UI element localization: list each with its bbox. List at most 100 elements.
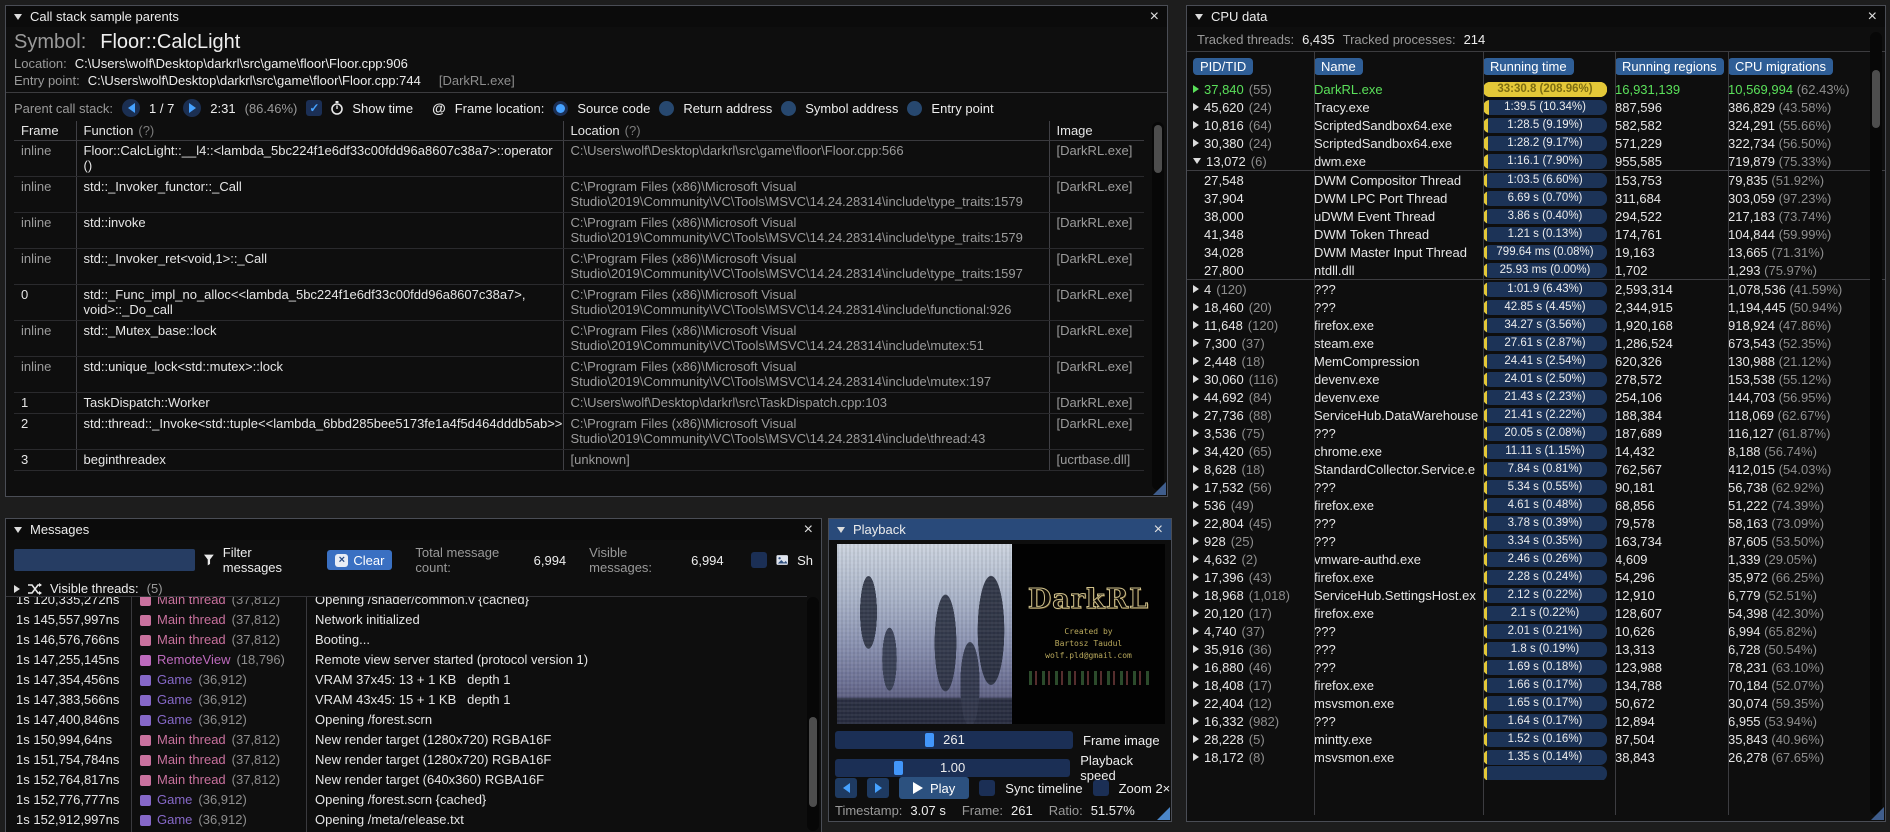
expand-arrow-icon[interactable] bbox=[1193, 411, 1199, 419]
cpu-row[interactable]: 45,620 (24) Tracy.exe 1:39.5 (10.34%) 887,59… bbox=[1187, 98, 1885, 116]
expand-arrow-icon[interactable] bbox=[1193, 681, 1199, 689]
messages-scrollbar[interactable] bbox=[807, 597, 819, 831]
callstack-row[interactable]: 2 std::thread::_Invoke<std::tuple<<lambda… bbox=[14, 413, 1144, 450]
cpu-scrollbar[interactable] bbox=[1870, 32, 1882, 815]
prev-stack-button[interactable] bbox=[122, 99, 140, 117]
step-forward-button[interactable] bbox=[867, 778, 889, 798]
expand-arrow-icon[interactable] bbox=[14, 584, 20, 593]
message-row[interactable]: 1s 152,776,777ns Game (36,912) Opening /for… bbox=[6, 790, 807, 810]
expand-arrow-icon[interactable] bbox=[1193, 555, 1199, 563]
cpu-row[interactable]: 7,300 (37) steam.exe 27.61 s (2.87%) 1,286,5… bbox=[1187, 334, 1885, 352]
cpu-row[interactable]: 28,228 (5) mintty.exe 1.52 s (0.16%) 87,504 3… bbox=[1187, 730, 1885, 748]
resize-grip[interactable] bbox=[1157, 807, 1170, 820]
cpu-row[interactable]: 3,536 (75)??? 20.05 s (2.08%) 187,689 116,12… bbox=[1187, 424, 1885, 442]
expand-arrow-icon[interactable] bbox=[1193, 447, 1199, 455]
message-row[interactable]: 1s 152,912,997ns Game (36,912) Opening /met… bbox=[6, 810, 807, 830]
show-time-checkbox[interactable]: ✓ bbox=[306, 100, 323, 116]
callstack-row[interactable]: inline std::invoke C:\Program Files (x86)\… bbox=[14, 212, 1144, 249]
expand-arrow-icon[interactable] bbox=[1193, 357, 1199, 365]
cpu-row[interactable]: 27,548 DWM Compositor Thread 1:03.5 (6.60%… bbox=[1187, 170, 1885, 189]
filter-input[interactable] bbox=[14, 549, 195, 571]
collapse-icon[interactable] bbox=[837, 526, 845, 533]
cpu-row[interactable]: 22,804 (45)??? 3.78 s (0.39%) 79,578 58,163 … bbox=[1187, 514, 1885, 532]
cpu-row[interactable]: 18,460 (20)??? 42.85 s (4.45%) 2,344,915 1,1… bbox=[1187, 298, 1885, 316]
cpu-row[interactable]: 18,968 (1,018) ServiceHub.SettingsHost.ex 2… bbox=[1187, 586, 1885, 604]
col-image[interactable]: Image bbox=[1049, 121, 1144, 141]
close-icon[interactable]: × bbox=[1154, 521, 1163, 538]
message-row[interactable]: 1s 145,557,997ns Main thread (37,812) Netwo… bbox=[6, 610, 807, 630]
zoom-2x-checkbox[interactable] bbox=[1092, 780, 1109, 796]
cpu-row[interactable]: 536 (49) firefox.exe 4.61 s (0.48%) 68,856 51… bbox=[1187, 496, 1885, 514]
expand-arrow-icon[interactable] bbox=[1193, 103, 1199, 111]
col-frame[interactable]: Frame bbox=[14, 121, 77, 141]
expand-arrow-icon[interactable] bbox=[1193, 139, 1199, 147]
cpu-row[interactable]: 27,800 ntdll.dll 25.93 ms (0.00%) 1,702 1,29… bbox=[1187, 261, 1885, 280]
callstack-row[interactable]: 1 TaskDispatch::Worker C:\Users\wolf\Deskt… bbox=[14, 392, 1144, 414]
cpu-row[interactable]: 11,648 (120) firefox.exe 34.27 s (3.56%) 1,9… bbox=[1187, 316, 1885, 334]
col-running-time[interactable]: Running time bbox=[1483, 57, 1574, 75]
expand-arrow-icon[interactable] bbox=[1193, 537, 1199, 545]
expand-arrow-icon[interactable] bbox=[1193, 339, 1199, 347]
cpu-row[interactable]: 37,840 (55) DarkRL.exe 33:30.8 (208.96%) 16,… bbox=[1187, 80, 1885, 98]
callstack-row[interactable]: 0 std::_Func_impl_no_alloc<<lambda_5bc224… bbox=[14, 284, 1144, 321]
callstack-row[interactable]: inline std::_Mutex_base::lock C:\Program F… bbox=[14, 320, 1144, 357]
next-stack-button[interactable] bbox=[183, 99, 202, 117]
message-row[interactable]: 1s 152,764,817ns Main thread (37,812) New r… bbox=[6, 770, 807, 790]
cpu-row[interactable]: 34,420 (65) chrome.exe 11.11 s (1.15%) 14,43… bbox=[1187, 442, 1885, 460]
expand-arrow-icon[interactable] bbox=[1193, 627, 1199, 635]
expand-arrow-icon[interactable] bbox=[1193, 591, 1199, 599]
callstack-row[interactable]: inline std::unique_lock<std::mutex>::lock… bbox=[14, 356, 1144, 393]
expand-arrow-icon[interactable] bbox=[1193, 753, 1199, 761]
expand-arrow-icon[interactable] bbox=[1193, 645, 1199, 653]
expand-arrow-icon[interactable] bbox=[1193, 717, 1199, 725]
cpu-row[interactable]: 20,120 (17) firefox.exe 2.1 s (0.22%) 128,60… bbox=[1187, 604, 1885, 622]
cpu-row[interactable]: 928 (25)??? 3.34 s (0.35%) 163,734 87,605 (5… bbox=[1187, 532, 1885, 550]
playback-title-bar[interactable]: Playback × bbox=[829, 519, 1171, 540]
expand-arrow-icon[interactable] bbox=[1193, 285, 1199, 293]
message-row[interactable]: 1s 120,335,272ns Main thread (37,812) Openi… bbox=[6, 597, 807, 610]
cpu-row[interactable]: 16,880 (46)??? 1.69 s (0.18%) 123,988 78,231… bbox=[1187, 658, 1885, 676]
expand-arrow-icon[interactable] bbox=[1193, 85, 1199, 93]
clear-button[interactable]: × Clear bbox=[327, 550, 393, 570]
callstack-row[interactable]: inline Floor::CalcLight::__l4::<lambda_5b… bbox=[14, 140, 1144, 177]
show-images-checkbox[interactable] bbox=[750, 552, 767, 568]
expand-arrow-icon[interactable] bbox=[1193, 573, 1199, 581]
playback-speed-slider[interactable]: 1.00 bbox=[835, 759, 1071, 777]
cpu-row[interactable]: 4,632 (2) vmware-authd.exe 2.46 s (0.26%) 4,… bbox=[1187, 550, 1885, 568]
message-row[interactable]: 1s 150,994,64ns Main thread (37,812) New re… bbox=[6, 730, 807, 750]
radio-return-address[interactable] bbox=[659, 100, 675, 116]
col-name[interactable]: Name bbox=[1314, 57, 1363, 75]
expand-arrow-icon[interactable] bbox=[1193, 321, 1199, 329]
close-icon[interactable]: × bbox=[1868, 8, 1877, 25]
expand-arrow-icon[interactable] bbox=[1193, 429, 1199, 437]
cpu-row[interactable]: 37,904 DWM LPC Port Thread 6.69 s (0.70%) 3… bbox=[1187, 189, 1885, 207]
callstack-row[interactable]: inline std::_Invoker_ret<void,1>::_Call C:… bbox=[14, 248, 1144, 285]
collapse-icon[interactable] bbox=[14, 526, 22, 533]
message-row[interactable]: 1s 151,754,784ns Main thread (37,812) New r… bbox=[6, 750, 807, 770]
callstack-scrollbar[interactable] bbox=[1152, 122, 1164, 490]
resize-grip[interactable] bbox=[1871, 807, 1884, 820]
close-icon[interactable]: × bbox=[1150, 8, 1159, 25]
expand-arrow-icon[interactable] bbox=[1193, 483, 1199, 491]
cpu-row[interactable]: 38,000 uDWM Event Thread 3.86 s (0.40%) 294… bbox=[1187, 207, 1885, 225]
cpu-row[interactable]: 17,396 (43) firefox.exe 2.28 s (0.24%) 54,29… bbox=[1187, 568, 1885, 586]
cpu-row[interactable]: 18,172 (8) msvsmon.exe 1.35 s (0.14%) 38,843… bbox=[1187, 748, 1885, 766]
message-row[interactable]: 1s 147,354,456ns Game (36,912) VRAM 37x45: … bbox=[6, 670, 807, 690]
cpu-row[interactable]: 8,628 (18) StandardCollector.Service.e 7.84… bbox=[1187, 460, 1885, 478]
cpu-row[interactable]: 4 (120)??? 1:01.9 (6.43%) 2,593,314 1,078,53… bbox=[1187, 280, 1885, 298]
sync-timeline-checkbox[interactable] bbox=[979, 780, 996, 796]
cpu-row[interactable]: 10,816 (64) ScriptedSandbox64.exe 1:28.5 (9… bbox=[1187, 116, 1885, 134]
expand-arrow-icon[interactable] bbox=[1193, 519, 1199, 527]
col-running-regions[interactable]: Running regions bbox=[1615, 57, 1724, 75]
resize-grip[interactable] bbox=[1153, 482, 1166, 495]
cpu-row[interactable] bbox=[1187, 766, 1885, 780]
step-back-button[interactable] bbox=[835, 778, 857, 798]
expand-arrow-icon[interactable] bbox=[1193, 699, 1199, 707]
messages-title-bar[interactable]: Messages × bbox=[6, 519, 821, 540]
radio-symbol-address[interactable] bbox=[781, 100, 797, 116]
cpu-row[interactable]: 2,448 (18) MemCompression 24.41 s (2.54%) 62… bbox=[1187, 352, 1885, 370]
cpu-title-bar[interactable]: CPU data × bbox=[1187, 6, 1885, 27]
cpu-row[interactable]: 22,404 (12) msvsmon.exe 1.65 s (0.17%) 50,67… bbox=[1187, 694, 1885, 712]
expand-arrow-icon[interactable] bbox=[1193, 663, 1199, 671]
play-button[interactable]: Play bbox=[899, 777, 970, 799]
